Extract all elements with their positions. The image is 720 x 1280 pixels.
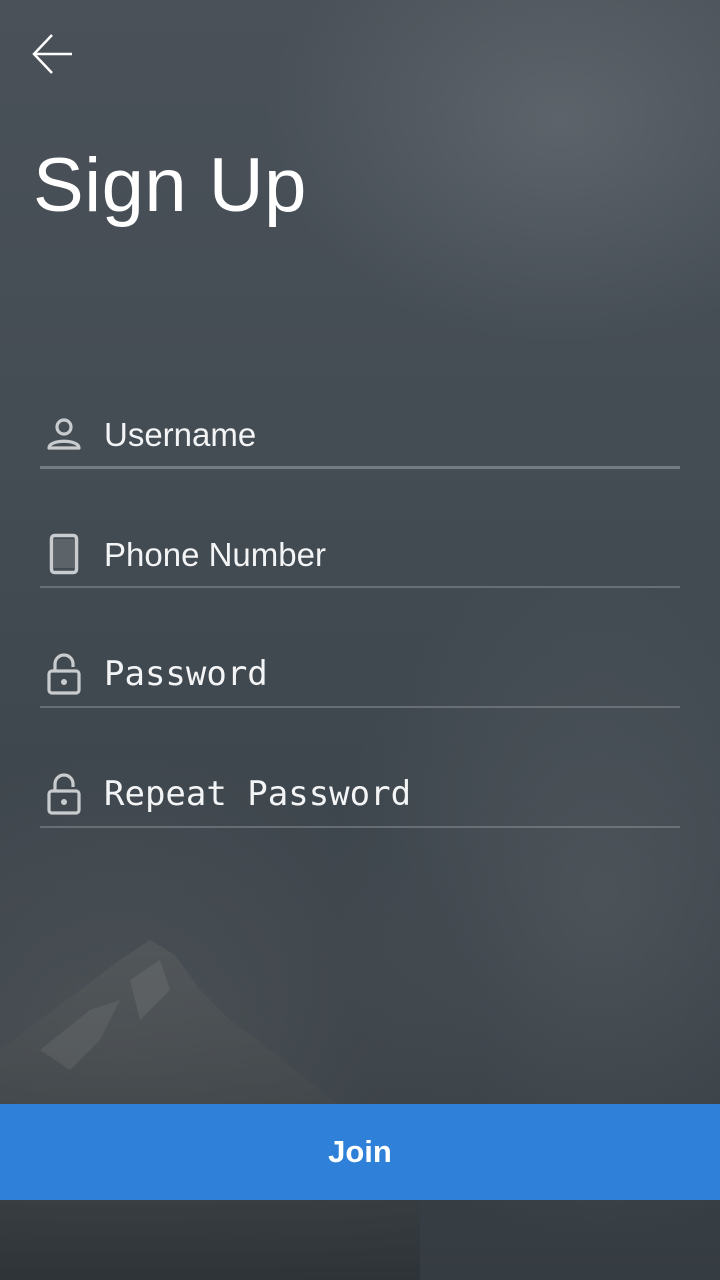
phone-number-input[interactable]: Phone Number xyxy=(104,538,326,571)
back-button[interactable] xyxy=(22,24,82,84)
arrow-left-icon xyxy=(32,34,72,74)
lock-icon xyxy=(40,650,88,698)
phone-number-field[interactable]: Phone Number xyxy=(40,522,680,588)
repeat-password-field[interactable]: Repeat Password xyxy=(40,762,680,828)
username-field[interactable]: Username xyxy=(40,402,680,469)
lock-icon xyxy=(40,770,88,818)
username-input[interactable]: Username xyxy=(104,418,256,451)
password-field[interactable]: Password xyxy=(40,642,680,708)
repeat-password-input[interactable]: Repeat Password xyxy=(104,777,411,811)
join-button[interactable]: Join xyxy=(0,1104,720,1200)
password-input[interactable]: Password xyxy=(104,657,268,691)
page-title: Sign Up xyxy=(33,143,307,228)
person-icon xyxy=(40,410,88,458)
phone-icon xyxy=(40,530,88,578)
mountain-silhouette xyxy=(0,940,420,1280)
